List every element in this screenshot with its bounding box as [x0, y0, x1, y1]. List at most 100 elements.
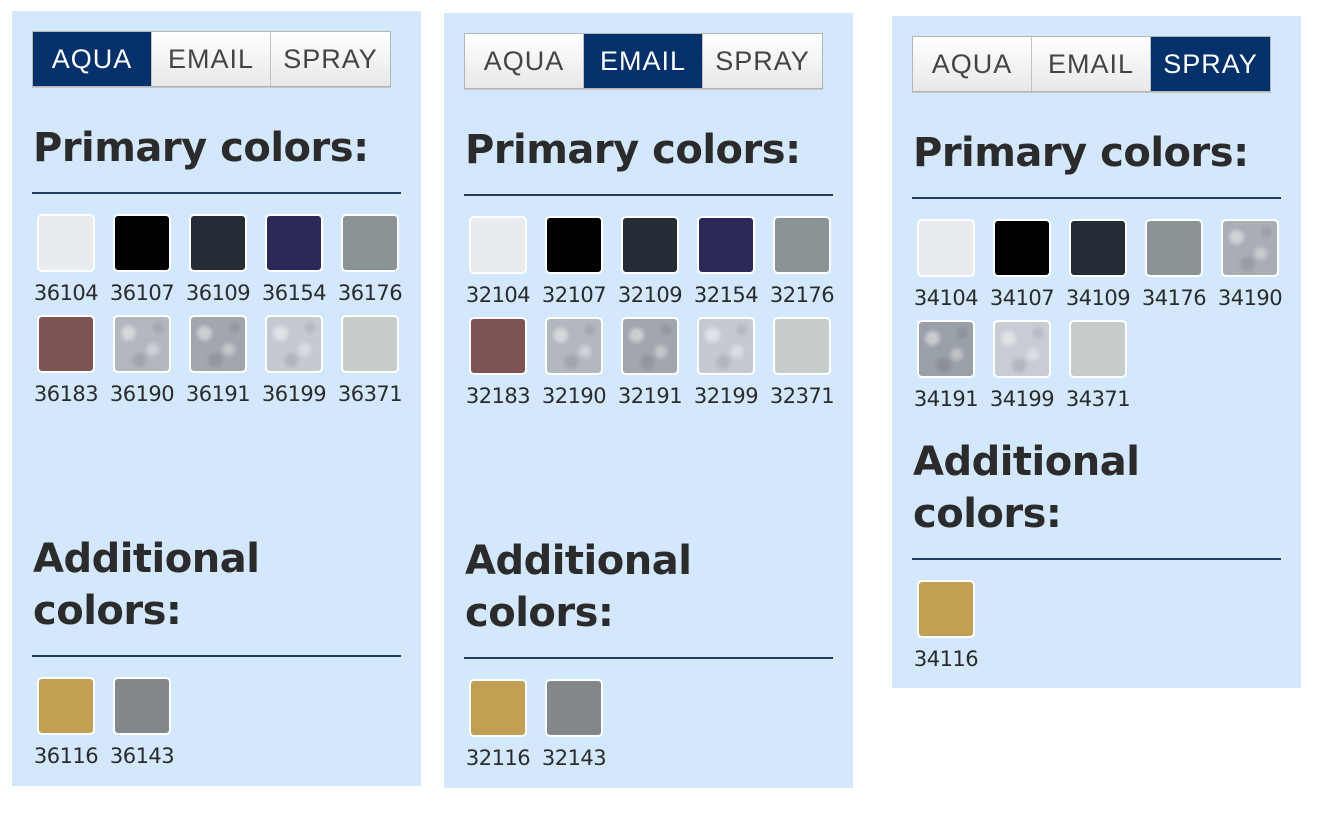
- color-swatch[interactable]: [545, 317, 603, 375]
- tab-aqua[interactable]: AQUA: [33, 32, 152, 86]
- color-swatch-item: 36183: [34, 315, 99, 407]
- color-swatch-item: 36199: [261, 315, 327, 407]
- color-swatch[interactable]: [917, 580, 975, 638]
- color-swatch[interactable]: [1221, 219, 1279, 277]
- color-swatch-item: 36371: [337, 315, 403, 407]
- divider: [464, 657, 833, 659]
- color-code-label: 36371: [337, 382, 403, 406]
- color-swatch-item: 32190: [541, 317, 607, 409]
- color-code-label: 34190: [1217, 286, 1283, 310]
- color-code-label: 32143: [541, 746, 607, 770]
- color-swatch[interactable]: [621, 317, 679, 375]
- color-swatch[interactable]: [469, 216, 527, 274]
- color-code-label: 36104: [33, 281, 99, 305]
- color-swatch-item: 36109: [185, 214, 251, 306]
- color-swatch[interactable]: [621, 216, 679, 274]
- color-code-label: 34116: [913, 647, 979, 671]
- color-swatch[interactable]: [917, 320, 975, 378]
- additional-swatch-grid: 32116 32143: [466, 679, 849, 771]
- color-swatch[interactable]: [265, 315, 323, 373]
- color-swatch[interactable]: [37, 677, 95, 735]
- primary-swatch-grid: 36104 36107 36109 36154 36176 36183 36190 36191…: [33, 214, 417, 407]
- divider: [464, 194, 833, 196]
- color-swatch[interactable]: [469, 679, 527, 737]
- color-swatch-item: 32109: [617, 216, 683, 308]
- color-swatch-item: 36116: [34, 677, 99, 769]
- color-swatch-item: 36107: [109, 214, 175, 306]
- tab-email[interactable]: EMAIL: [152, 32, 271, 86]
- color-swatch-item: 36104: [33, 214, 99, 306]
- color-code-label: 32107: [541, 283, 607, 307]
- color-code-label: 36190: [109, 382, 175, 406]
- color-code-label: 32199: [693, 384, 759, 408]
- color-swatch[interactable]: [37, 214, 95, 272]
- color-swatch-item: 34190: [1217, 219, 1283, 311]
- color-swatch[interactable]: [917, 219, 975, 277]
- color-swatch[interactable]: [1069, 219, 1127, 277]
- color-swatch-item: 34199: [989, 320, 1055, 412]
- color-code-label: 34371: [1065, 387, 1131, 411]
- color-code-label: 36199: [261, 382, 327, 406]
- tab-aqua[interactable]: AQUA: [465, 34, 584, 88]
- color-swatch[interactable]: [265, 214, 323, 272]
- color-code-label: 32190: [541, 384, 607, 408]
- color-swatch[interactable]: [113, 677, 171, 735]
- additional-swatch-grid: 34116: [913, 580, 1297, 672]
- tab-spray[interactable]: SPRAY: [271, 32, 390, 86]
- color-swatch[interactable]: [341, 315, 399, 373]
- color-swatch-item: 36191: [186, 315, 251, 407]
- color-code-label: 32176: [769, 283, 835, 307]
- color-code-label: 34199: [989, 387, 1055, 411]
- color-swatch[interactable]: [341, 214, 399, 272]
- color-swatch[interactable]: [773, 317, 831, 375]
- color-swatch[interactable]: [189, 214, 247, 272]
- color-code-label: 32191: [617, 384, 683, 408]
- color-swatch-item: 34109: [1065, 219, 1131, 311]
- color-panel-email: AQUA EMAIL SPRAY Primary colors: 32104 32…: [444, 13, 853, 788]
- color-swatch[interactable]: [1069, 320, 1127, 378]
- tab-bar: AQUA EMAIL SPRAY: [464, 33, 823, 89]
- color-swatch[interactable]: [189, 315, 247, 373]
- color-swatch[interactable]: [697, 317, 755, 375]
- tab-email[interactable]: EMAIL: [1032, 37, 1151, 91]
- color-swatch-item: 32371: [770, 317, 835, 409]
- color-code-label: 36109: [185, 281, 251, 305]
- color-swatch[interactable]: [697, 216, 755, 274]
- color-swatch-item: 32107: [541, 216, 607, 308]
- color-swatch[interactable]: [545, 216, 603, 274]
- color-swatch-item: 36176: [338, 214, 403, 306]
- divider: [32, 192, 401, 194]
- color-swatch-item: 36190: [109, 315, 175, 407]
- color-code-label: 34107: [989, 286, 1055, 310]
- color-swatch-item: 34116: [913, 580, 979, 672]
- color-code-label: 34176: [1141, 286, 1207, 310]
- color-swatch-item: 32143: [541, 679, 607, 771]
- color-code-label: 36154: [261, 281, 327, 305]
- color-code-label: 32183: [465, 384, 531, 408]
- color-swatch-item: 32116: [466, 679, 531, 771]
- color-swatch[interactable]: [1145, 219, 1203, 277]
- tab-aqua[interactable]: AQUA: [913, 37, 1032, 91]
- color-swatch[interactable]: [113, 315, 171, 373]
- color-swatch[interactable]: [469, 317, 527, 375]
- color-swatch-item: 34176: [1141, 219, 1207, 311]
- color-swatch-item: 34191: [914, 320, 979, 412]
- primary-colors-heading: Primary colors:: [33, 125, 369, 171]
- tab-spray[interactable]: SPRAY: [703, 34, 822, 88]
- color-swatch[interactable]: [993, 320, 1051, 378]
- additional-colors-heading: Additional colors:: [913, 439, 1140, 537]
- tab-spray[interactable]: SPRAY: [1151, 37, 1270, 91]
- color-swatch[interactable]: [993, 219, 1051, 277]
- color-code-label: 36107: [109, 281, 175, 305]
- color-swatch[interactable]: [113, 214, 171, 272]
- color-swatch-item: 34107: [989, 219, 1055, 311]
- color-swatch[interactable]: [37, 315, 95, 373]
- color-swatch[interactable]: [773, 216, 831, 274]
- primary-swatch-grid: 34104 34107 34109 34176 34190 34191 34199 34371: [914, 219, 1297, 412]
- color-swatch[interactable]: [545, 679, 603, 737]
- color-code-label: 32109: [617, 283, 683, 307]
- color-code-label: 34109: [1065, 286, 1131, 310]
- color-swatch-item: 32183: [465, 317, 531, 409]
- tab-email[interactable]: EMAIL: [584, 34, 703, 88]
- primary-colors-heading: Primary colors:: [465, 127, 801, 173]
